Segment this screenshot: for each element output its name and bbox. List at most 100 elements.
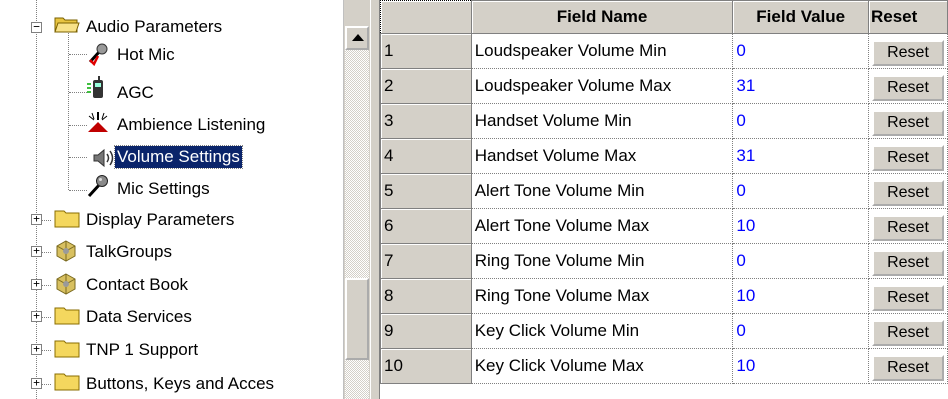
field-grid: Field Name Field Value Reset 1 Loudspeake…: [380, 0, 948, 399]
tree-item-data-services[interactable]: Data Services: [84, 302, 194, 332]
field-value-cell[interactable]: 0: [732, 103, 869, 139]
tree-item-label: Ambience Listening: [117, 115, 266, 134]
row-number[interactable]: 3: [380, 103, 472, 139]
reset-cell: Reset: [868, 278, 948, 314]
row-number[interactable]: 7: [380, 243, 472, 279]
column-header-field-name[interactable]: Field Name: [470, 0, 734, 34]
field-value-cell[interactable]: 10: [732, 208, 869, 244]
field-name-cell[interactable]: Handset Volume Max: [471, 138, 734, 174]
tree-item-hot-mic[interactable]: Hot Mic: [115, 40, 177, 70]
field-name-cell[interactable]: Key Click Volume Min: [471, 313, 734, 349]
expand-toggle[interactable]: +: [31, 245, 42, 257]
reset-cell: Reset: [868, 348, 948, 384]
table-row[interactable]: 9 Key Click Volume Min 0 Reset: [380, 313, 948, 349]
tree-line: [69, 125, 87, 127]
row-number[interactable]: 2: [380, 68, 472, 104]
field-name-cell[interactable]: Key Click Volume Max: [471, 348, 734, 384]
tree-item-contact-book[interactable]: Contact Book: [84, 270, 190, 300]
table-row[interactable]: 5 Alert Tone Volume Min 0 Reset: [380, 173, 948, 209]
field-name-cell[interactable]: Ring Tone Volume Min: [471, 243, 734, 279]
field-name-cell[interactable]: Loudspeaker Volume Min: [471, 33, 734, 69]
reset-button[interactable]: Reset: [872, 355, 944, 381]
table-row[interactable]: 1 Loudspeaker Volume Min 0 Reset: [380, 33, 948, 69]
reset-button[interactable]: Reset: [872, 75, 944, 101]
ambience-icon: [88, 112, 108, 132]
expand-toggle[interactable]: +: [31, 213, 42, 225]
expand-toggle[interactable]: +: [31, 343, 42, 355]
field-value-cell[interactable]: 0: [732, 313, 869, 349]
tree-item-display-parameters[interactable]: Display Parameters: [84, 205, 236, 235]
microphone-red-icon: [88, 43, 108, 66]
reset-button[interactable]: Reset: [872, 250, 944, 276]
reset-button[interactable]: Reset: [872, 285, 944, 311]
tree-line: [69, 54, 87, 56]
column-header-field-value[interactable]: Field Value: [732, 0, 869, 34]
scroll-up-button[interactable]: [345, 26, 369, 50]
talkgroup-icon: [56, 273, 76, 295]
tree-item-label: AGC: [117, 83, 154, 102]
field-name-cell[interactable]: Handset Volume Min: [471, 103, 734, 139]
row-number[interactable]: 1: [380, 33, 472, 69]
row-number[interactable]: 10: [380, 348, 472, 384]
pane-splitter[interactable]: [370, 0, 380, 399]
field-value-cell[interactable]: 10: [732, 278, 869, 314]
collapse-toggle[interactable]: −: [31, 21, 42, 33]
table-row[interactable]: 8 Ring Tone Volume Max 10 Reset: [380, 278, 948, 314]
tree-item-agc[interactable]: AGC: [115, 78, 156, 108]
expand-toggle[interactable]: +: [31, 377, 42, 389]
row-number[interactable]: 8: [380, 278, 472, 314]
field-name-cell[interactable]: Ring Tone Volume Max: [471, 278, 734, 314]
expand-toggle[interactable]: +: [31, 310, 42, 322]
field-value-cell[interactable]: 0: [732, 173, 869, 209]
row-number[interactable]: 4: [380, 138, 472, 174]
tree-item-volume-settings[interactable]: Volume Settings: [114, 142, 243, 172]
field-value-cell[interactable]: 0: [732, 33, 869, 69]
column-header-reset[interactable]: Reset: [868, 0, 948, 34]
row-number[interactable]: 9: [380, 313, 472, 349]
scroll-thumb[interactable]: [345, 278, 369, 360]
field-name-cell[interactable]: Alert Tone Volume Min: [471, 173, 734, 209]
tree-item-buttons-keys[interactable]: Buttons, Keys and Acces: [84, 369, 276, 399]
table-row[interactable]: 2 Loudspeaker Volume Max 31 Reset: [380, 68, 948, 104]
reset-button[interactable]: Reset: [872, 320, 944, 346]
tree-item-label: Mic Settings: [117, 179, 210, 198]
reset-button[interactable]: Reset: [872, 110, 944, 136]
table-row[interactable]: 6 Alert Tone Volume Max 10 Reset: [380, 208, 948, 244]
tree-item-mic-settings[interactable]: Mic Settings: [115, 174, 212, 204]
field-name-cell[interactable]: Loudspeaker Volume Max: [471, 68, 734, 104]
table-row[interactable]: 3 Handset Volume Min 0 Reset: [380, 103, 948, 139]
reset-button[interactable]: Reset: [872, 40, 944, 66]
tree-line: [69, 190, 87, 192]
tree-line: [69, 92, 87, 94]
field-value-cell[interactable]: 31: [732, 138, 869, 174]
expand-toggle[interactable]: +: [31, 278, 42, 290]
row-number[interactable]: 5: [380, 173, 472, 209]
field-value-cell[interactable]: 31: [732, 68, 869, 104]
table-row[interactable]: 4 Handset Volume Max 31 Reset: [380, 138, 948, 174]
table-row[interactable]: 10 Key Click Volume Max 10 Reset: [380, 348, 948, 384]
tree-item-audio-parameters[interactable]: Audio Parameters: [84, 12, 224, 42]
tree-vertical-scrollbar[interactable]: [343, 0, 370, 399]
tree-item-talkgroups[interactable]: TalkGroups: [84, 237, 174, 267]
row-number[interactable]: 6: [380, 208, 472, 244]
tree-line: [68, 28, 70, 190]
reset-button[interactable]: Reset: [872, 180, 944, 206]
field-value-cell[interactable]: 0: [732, 243, 869, 279]
tree-item-label: TalkGroups: [86, 242, 172, 261]
field-value-cell[interactable]: 10: [732, 348, 869, 384]
tree-item-label: Contact Book: [86, 275, 189, 294]
table-row[interactable]: 7 Ring Tone Volume Min 0 Reset: [380, 243, 948, 279]
radio-handset-icon: [87, 76, 103, 98]
tree-item-tnp-1-support[interactable]: TNP 1 Support: [84, 335, 200, 365]
reset-button[interactable]: Reset: [872, 145, 944, 171]
reset-button[interactable]: Reset: [872, 215, 944, 241]
field-name-cell[interactable]: Alert Tone Volume Max: [471, 208, 734, 244]
tree-item-label: TNP 1 Support: [86, 340, 199, 359]
reset-cell: Reset: [868, 33, 948, 69]
tree-item-label: Hot Mic: [117, 45, 175, 64]
tree-item-ambience-listening[interactable]: Ambience Listening: [115, 110, 267, 140]
tree-view[interactable]: − Audio Parameters Hot Mic AGC Ambience …: [0, 0, 343, 399]
folder-icon: [54, 340, 80, 358]
header-corner[interactable]: [380, 0, 472, 34]
reset-cell: Reset: [868, 68, 948, 104]
